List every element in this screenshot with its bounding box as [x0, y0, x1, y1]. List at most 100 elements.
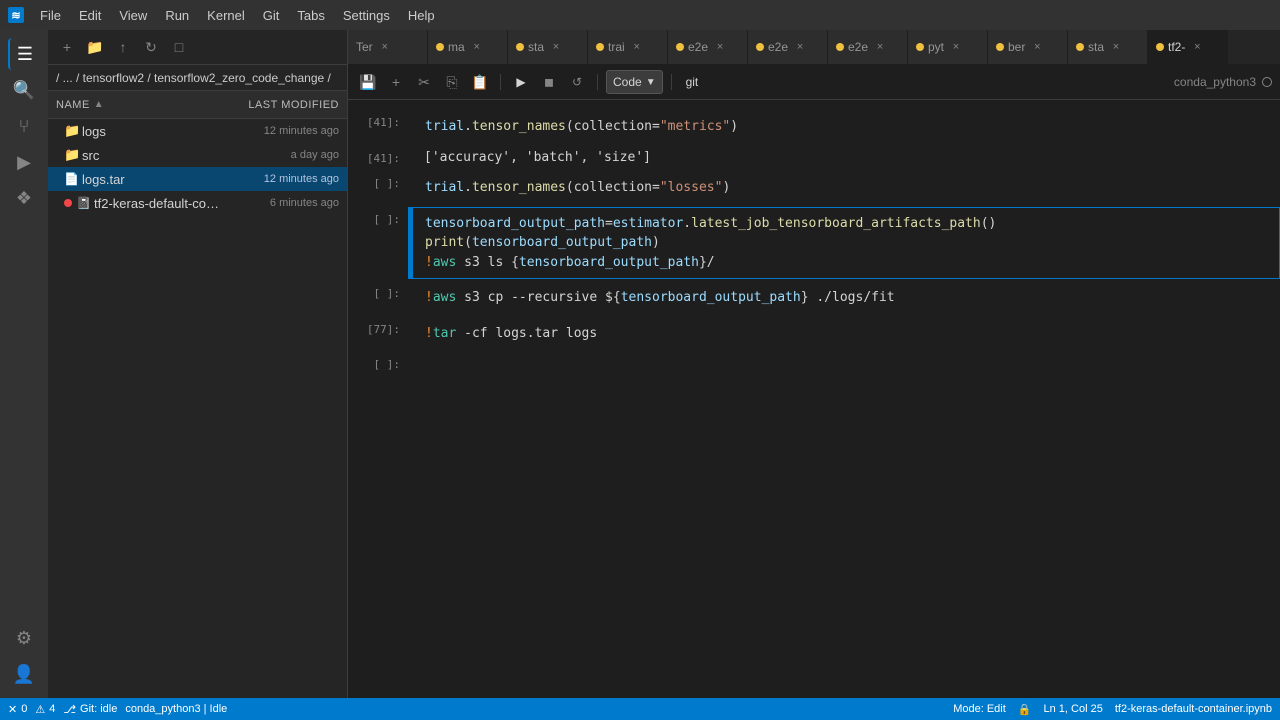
- git-button[interactable]: git: [680, 70, 705, 94]
- status-position[interactable]: Ln 1, Col 25: [1044, 703, 1103, 715]
- file-modified-ipynb: 6 minutes ago: [219, 197, 339, 209]
- status-left: ✕ 0 ⚠ 4 ⎇ Git: idle conda_python3 | Idle: [8, 703, 227, 716]
- cell-code-losses[interactable]: trial.tensor_names(collection="losses"): [412, 171, 1280, 205]
- activity-account[interactable]: 👤: [8, 658, 40, 690]
- tab-dot-e2e2: [756, 43, 764, 51]
- new-file-button[interactable]: +: [56, 36, 78, 58]
- menu-settings[interactable]: Settings: [335, 6, 398, 25]
- tab-close-tf2[interactable]: ×: [1189, 39, 1205, 55]
- tab-close-sta2[interactable]: ×: [1108, 39, 1124, 55]
- file-modified-logsstar: 12 minutes ago: [219, 173, 339, 185]
- code-line-1: tensorboard_output_path=estimator.latest…: [425, 214, 1267, 234]
- menu-view[interactable]: View: [111, 6, 155, 25]
- folder-icon-src: 📁: [64, 147, 82, 163]
- tab-close-e2e2[interactable]: ×: [792, 39, 808, 55]
- cell-code-tar[interactable]: !tar -cf logs.tar logs: [412, 317, 1280, 351]
- status-kernel[interactable]: conda_python3 | Idle: [125, 703, 227, 715]
- tab-ber[interactable]: ber ×: [988, 30, 1068, 64]
- menu-tabs[interactable]: Tabs: [289, 6, 332, 25]
- restart-button[interactable]: ↺: [565, 70, 589, 94]
- breadcrumb: / ... / tensorflow2 / tensorflow2_zero_c…: [48, 65, 347, 91]
- code-fn-tb: latest_job_tensorboard_artifacts_path: [691, 216, 981, 231]
- tab-dot-sta: [516, 43, 524, 51]
- code-fn-losses: tensor_names: [472, 180, 566, 195]
- file-row-src[interactable]: 📁 src a day ago: [48, 143, 347, 167]
- save-button[interactable]: 💾: [356, 70, 380, 94]
- file-row-logs[interactable]: 📁 logs 12 minutes ago: [48, 119, 347, 143]
- tab-tf2[interactable]: tf2- ×: [1148, 30, 1228, 64]
- filter-button[interactable]: □: [168, 36, 190, 58]
- modified-dot: [64, 199, 72, 207]
- code-punct: .: [464, 119, 472, 134]
- cell-type-dropdown[interactable]: Code ▼: [606, 70, 663, 94]
- tab-close-sta[interactable]: ×: [548, 39, 564, 55]
- file-modified-logs: 12 minutes ago: [219, 125, 339, 137]
- cell-tensorboard: [ ]: tensorboard_output_path=estimator.l…: [348, 207, 1280, 280]
- cell-code-empty[interactable]: [412, 352, 1280, 376]
- upload-button[interactable]: ↑: [112, 36, 134, 58]
- tab-close-trai[interactable]: ×: [629, 39, 645, 55]
- tab-e2e1[interactable]: e2e ×: [668, 30, 748, 64]
- cell-tar: [77]: !tar -cf logs.tar logs: [348, 317, 1280, 351]
- activity-debug[interactable]: ▶: [8, 146, 40, 178]
- status-lock[interactable]: 🔒: [1018, 703, 1032, 716]
- paste-button[interactable]: 📋: [468, 70, 492, 94]
- tab-sta[interactable]: sta ×: [508, 30, 588, 64]
- tab-trai[interactable]: trai ×: [588, 30, 668, 64]
- activity-extensions[interactable]: ❖: [8, 182, 40, 214]
- status-mode[interactable]: Mode: Edit: [953, 703, 1006, 715]
- code-parens: (): [981, 216, 997, 231]
- refresh-button[interactable]: ↻: [140, 36, 162, 58]
- toolbar-sep-3: [671, 74, 672, 90]
- menu-git[interactable]: Git: [255, 6, 288, 25]
- menu-edit[interactable]: Edit: [71, 6, 109, 25]
- tab-close-e2e1[interactable]: ×: [712, 39, 728, 55]
- status-warnings[interactable]: ⚠ 4: [35, 703, 55, 716]
- tab-close-ber[interactable]: ×: [1029, 39, 1045, 55]
- app-icon: ≋: [8, 7, 24, 23]
- menu-file[interactable]: File: [32, 6, 69, 25]
- new-folder-button[interactable]: 📁: [84, 36, 106, 58]
- status-bar: ✕ 0 ⚠ 4 ⎇ Git: idle conda_python3 | Idle…: [0, 698, 1280, 720]
- status-errors[interactable]: ✕ 0: [8, 703, 27, 716]
- tab-label-e2e3: e2e: [848, 40, 868, 54]
- warning-icon: ⚠: [35, 703, 45, 716]
- cut-button[interactable]: ✂: [412, 70, 436, 94]
- tab-pyt[interactable]: pyt ×: [908, 30, 988, 64]
- tab-close-ma[interactable]: ×: [469, 39, 485, 55]
- tab-dot-tf2: [1156, 43, 1164, 51]
- tar-icon: 📄: [64, 172, 82, 186]
- tab-close-pyt[interactable]: ×: [948, 39, 964, 55]
- tab-e2e3[interactable]: e2e ×: [828, 30, 908, 64]
- tab-e2e2[interactable]: e2e ×: [748, 30, 828, 64]
- cell-code-cp[interactable]: !aws s3 cp --recursive ${tensorboard_out…: [412, 281, 1280, 315]
- cell-code-41[interactable]: trial.tensor_names(collection="metrics"): [412, 110, 1280, 144]
- code-dollar: ${: [605, 290, 621, 305]
- file-row-ipynb[interactable]: 📓 tf2-keras-default-container.ipynb 6 mi…: [48, 191, 347, 215]
- activity-git[interactable]: ⑂: [8, 110, 40, 142]
- add-cell-button[interactable]: +: [384, 70, 408, 94]
- titlebar: ≋ File Edit View Run Kernel Git Tabs Set…: [0, 0, 1280, 30]
- mode-label: Mode: Edit: [953, 703, 1006, 715]
- code-var-cp: tensorboard_output_path: [621, 290, 801, 305]
- menu-help[interactable]: Help: [400, 6, 443, 25]
- git-status: Git: idle: [80, 703, 117, 715]
- stop-button[interactable]: ◼: [537, 70, 561, 94]
- tab-sta2[interactable]: sta ×: [1068, 30, 1148, 64]
- status-git[interactable]: ⎇ Git: idle: [63, 703, 117, 716]
- menu-kernel[interactable]: Kernel: [199, 6, 253, 25]
- tab-close-ter[interactable]: ×: [377, 39, 393, 55]
- menu-run[interactable]: Run: [157, 6, 197, 25]
- cell-code-tb[interactable]: tensorboard_output_path=estimator.latest…: [412, 207, 1280, 280]
- file-modified-src: a day ago: [219, 149, 339, 161]
- file-row-logsstar[interactable]: 📄 logs.tar 12 minutes ago: [48, 167, 347, 191]
- tab-close-e2e3[interactable]: ×: [872, 39, 888, 55]
- cell-gutter-losses: [ ]:: [348, 171, 408, 205]
- run-button[interactable]: ▶: [509, 70, 533, 94]
- copy-button[interactable]: ⎘: [440, 70, 464, 94]
- activity-search[interactable]: 🔍: [8, 74, 40, 106]
- tab-terminal[interactable]: Ter ×: [348, 30, 428, 64]
- activity-explorer[interactable]: ☰: [8, 38, 40, 70]
- tab-ma[interactable]: ma ×: [428, 30, 508, 64]
- activity-settings[interactable]: ⚙: [8, 622, 40, 654]
